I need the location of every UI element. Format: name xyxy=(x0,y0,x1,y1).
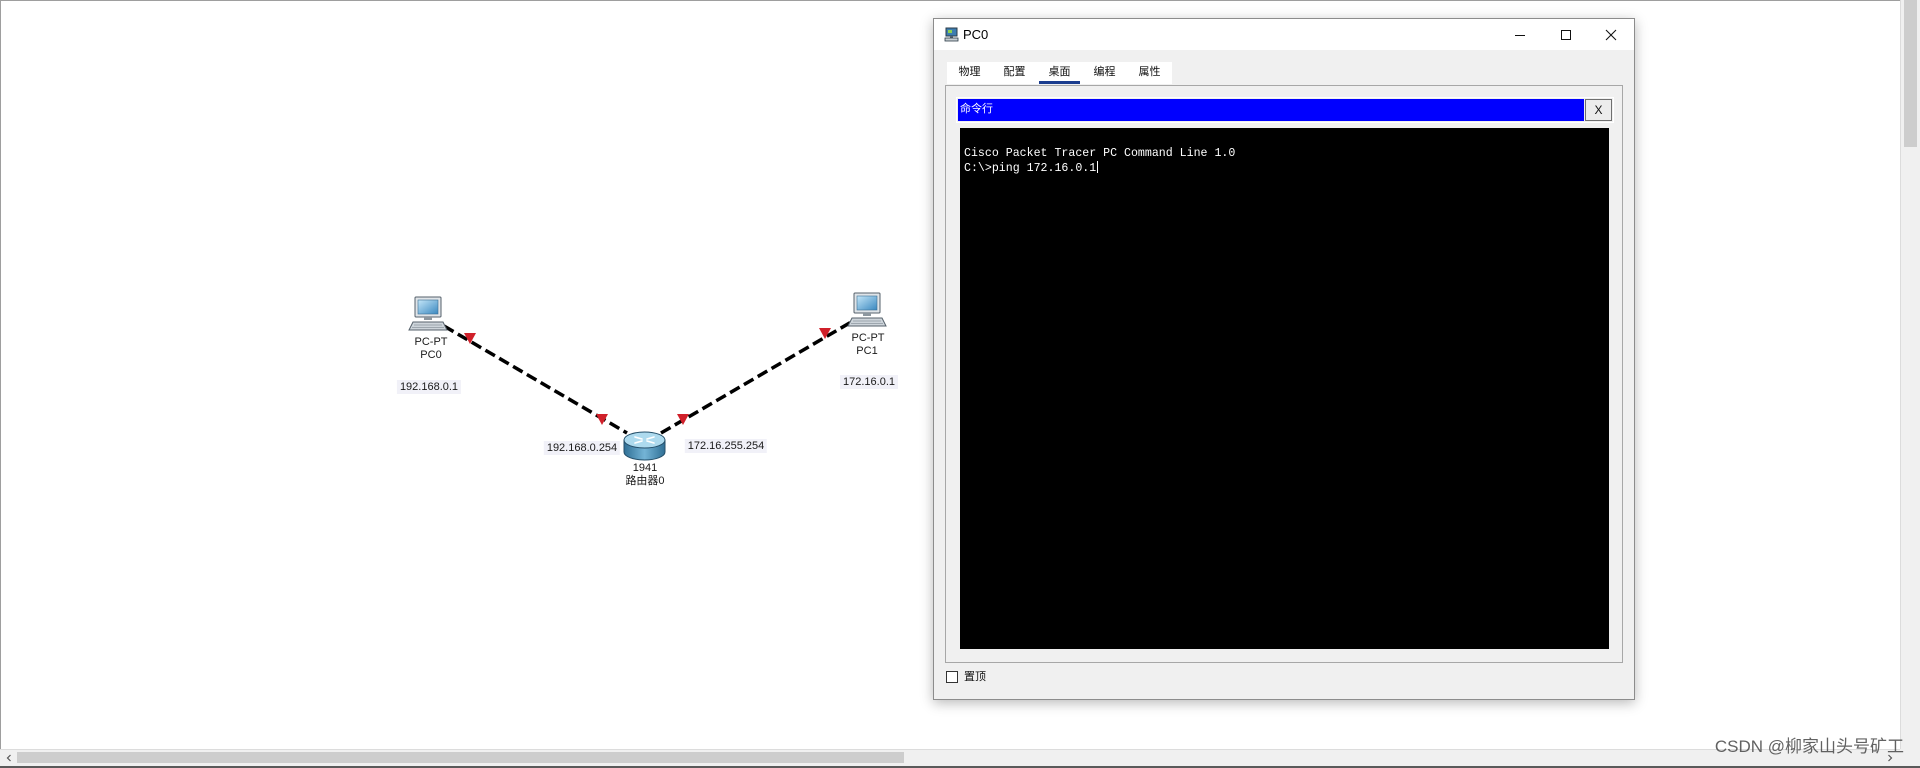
watermark: CSDN @柳家山头号矿工 xyxy=(1714,737,1904,756)
pc1-model-label: PC-PT xyxy=(851,332,885,344)
pc-icon xyxy=(847,292,887,327)
pc0-name-label: PC0 xyxy=(420,349,442,361)
pc0-model-label: PC-PT xyxy=(414,336,448,348)
minimize-icon xyxy=(1515,34,1525,36)
terminal-line-text: C:\>ping 172.16.0.1 xyxy=(964,161,1097,175)
text-cursor xyxy=(1097,160,1099,173)
always-on-top-checkbox[interactable] xyxy=(946,671,958,683)
link-router-pc1 xyxy=(660,319,854,435)
terminal-line-text: Cisco Packet Tracer PC Command Line 1.0 xyxy=(964,147,1236,160)
chevron-left-icon xyxy=(6,754,11,762)
router-interface-pc1-label: 172.16.255.254 xyxy=(684,439,768,453)
close-button[interactable] xyxy=(1588,19,1634,50)
always-on-top-label: 置顶 xyxy=(964,670,986,683)
terminal[interactable]: Cisco Packet Tracer PC Command Line 1.0 … xyxy=(960,128,1609,649)
close-icon xyxy=(1605,29,1617,40)
pc1-ip-label: 172.16.0.1 xyxy=(840,375,898,389)
pc-icon xyxy=(408,296,448,331)
router-icon xyxy=(623,431,666,461)
command-prompt-title: 命令行 xyxy=(960,103,993,115)
tab-physical[interactable]: 物理 xyxy=(947,62,992,84)
link-down-indicator xyxy=(596,414,608,425)
router-interface-pc0-label: 192.168.0.254 xyxy=(543,441,621,455)
always-on-top-toggle[interactable]: 置顶 xyxy=(946,670,986,684)
pc0-window: PC0 物理 配置 桌面 编程 属性 命令行 X Cisco Packet Tr… xyxy=(933,18,1635,700)
tab-bar: 物理 配置 桌面 编程 属性 xyxy=(947,62,1172,84)
terminal-line: C:\>ping 172.16.0.1 xyxy=(964,160,1609,175)
command-prompt-header: 命令行 X xyxy=(956,97,1614,123)
router0-name-label: 路由器0 xyxy=(625,475,665,487)
scroll-left-button[interactable] xyxy=(0,750,17,766)
window-title: PC0 xyxy=(963,27,989,42)
terminal-line: Cisco Packet Tracer PC Command Line 1.0 xyxy=(964,147,1609,161)
window-title-bar[interactable]: PC0 xyxy=(934,19,1634,50)
desktop-panel: 命令行 X Cisco Packet Tracer PC Command Lin… xyxy=(945,85,1623,663)
router0-device[interactable] xyxy=(622,430,667,463)
tab-programming[interactable]: 编程 xyxy=(1082,62,1127,84)
pc1-name-label: PC1 xyxy=(856,345,878,357)
tab-desktop[interactable]: 桌面 xyxy=(1037,62,1082,84)
pc0-ip-label: 192.168.0.1 xyxy=(396,380,462,394)
pc0-device[interactable] xyxy=(408,295,448,335)
vertical-scrollbar[interactable] xyxy=(1900,0,1920,749)
command-prompt-title-bar: 命令行 xyxy=(958,99,1584,121)
minimize-button[interactable] xyxy=(1497,19,1543,50)
pc-icon xyxy=(944,27,959,42)
router0-model-label: 1941 xyxy=(632,462,658,474)
vertical-scroll-thumb[interactable] xyxy=(1904,0,1917,147)
maximize-button[interactable] xyxy=(1543,19,1589,50)
horizontal-scrollbar[interactable] xyxy=(0,749,1900,766)
pc1-device[interactable] xyxy=(847,291,887,331)
tab-attributes[interactable]: 属性 xyxy=(1127,62,1172,84)
command-prompt-close-button[interactable]: X xyxy=(1585,99,1612,121)
tab-config[interactable]: 配置 xyxy=(992,62,1037,84)
horizontal-scroll-thumb[interactable] xyxy=(17,752,904,763)
maximize-icon xyxy=(1561,29,1571,40)
